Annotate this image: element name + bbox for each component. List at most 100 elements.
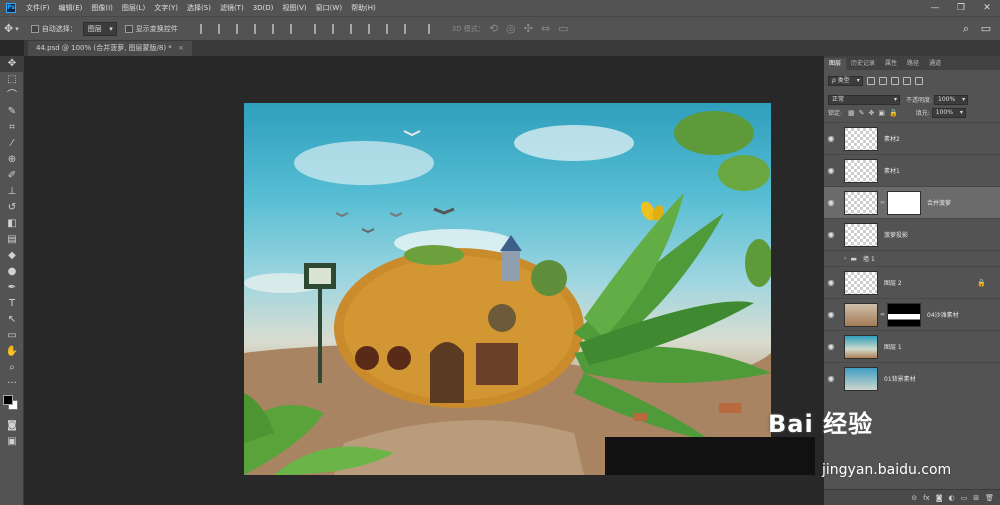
lock-artboard-icon[interactable]: ▣ [878,109,885,117]
eye-icon[interactable]: ◉ [824,230,838,239]
tab-layers[interactable]: 图层 [824,58,847,70]
chain-link-icon[interactable]: ∞ [880,311,885,318]
eye-icon[interactable]: ◉ [824,166,838,175]
distribute-left-icon[interactable] [367,23,378,34]
path-select-tool-icon[interactable]: ↖ [0,312,24,328]
3d-roll-icon[interactable]: ◎ [506,22,516,35]
healing-brush-tool-icon[interactable]: ⊕ [0,152,24,168]
auto-select-checkbox[interactable] [30,24,39,33]
restore-button[interactable]: ❐ [948,0,974,16]
pen-tool-icon[interactable]: ✒ [0,280,24,296]
align-left-icon[interactable] [253,23,264,34]
layer-row[interactable]: ◉ 菠萝投影 [824,218,1000,250]
tab-properties[interactable]: 属性 [880,58,902,70]
menu-type[interactable]: 文字(Y) [154,3,178,13]
distribute-hcenter-icon[interactable] [385,23,396,34]
layer-mask-thumbnail[interactable] [887,302,921,327]
quick-select-tool-icon[interactable]: ✎ [0,104,24,120]
layer-row[interactable]: ◉ ∞ 04沙滩素材 [824,298,1000,330]
filter-smart-icon[interactable] [914,76,923,85]
eye-icon[interactable]: ◉ [824,310,838,319]
filter-pixel-icon[interactable] [866,76,875,85]
workspace-icon[interactable]: ▭ [978,21,994,37]
rectangle-tool-icon[interactable]: ▭ [0,328,24,344]
filter-shape-icon[interactable] [902,76,911,85]
distribute-right-icon[interactable] [403,23,414,34]
eye-icon[interactable]: ◉ [824,278,838,287]
menu-filter[interactable]: 滤镜(T) [220,3,244,13]
layer-row[interactable]: ◉ 素材2 [824,122,1000,154]
filter-adjustment-icon[interactable] [878,76,887,85]
transform-controls-checkbox[interactable] [124,24,133,33]
crop-tool-icon[interactable]: ⌗ [0,120,24,136]
menu-help[interactable]: 帮助(H) [351,3,376,13]
hand-tool-icon[interactable]: ✋ [0,344,24,360]
history-brush-tool-icon[interactable]: ↺ [0,200,24,216]
chain-link-icon[interactable]: ∞ [880,199,885,206]
chevron-right-icon[interactable]: › [844,255,846,262]
layer-filter-dropdown[interactable]: ρ 类型 [828,75,863,86]
move-tool-icon[interactable]: ✥ [0,56,24,72]
eye-icon[interactable]: ◉ [824,198,838,207]
layer-group-row[interactable]: ◉ › ▬ 墙 1 [824,250,1000,266]
zoom-tool-icon[interactable]: ⌕ [0,360,24,376]
lasso-tool-icon[interactable]: ⌒ [0,88,24,104]
menu-layer[interactable]: 图层(L) [122,3,145,13]
move-tool-icon[interactable]: ✥ [4,22,13,35]
menu-window[interactable]: 窗口(W) [316,3,342,13]
3d-scale-icon[interactable]: ▭ [558,22,568,35]
3d-slide-icon[interactable]: ⇔ [541,22,550,35]
blur-tool-icon[interactable]: ◆ [0,248,24,264]
menu-3d[interactable]: 3D(D) [253,4,274,12]
menu-select[interactable]: 选择(S) [187,3,211,13]
distribute-bottom-icon[interactable] [349,23,360,34]
opacity-field[interactable]: 100% [934,94,969,105]
lock-all-icon[interactable]: 🔒 [889,109,898,117]
quick-mask-icon[interactable]: ◙ [0,418,24,434]
tab-history[interactable]: 历史记录 [846,58,880,70]
menu-edit[interactable]: 编辑(E) [59,3,83,13]
marquee-tool-icon[interactable]: ⬚ [0,72,24,88]
eraser-tool-icon[interactable]: ◧ [0,216,24,232]
type-tool-icon[interactable]: T [0,296,24,312]
eye-icon[interactable]: ◉ [824,374,838,383]
layer-row[interactable]: ◉ 素材1 [824,154,1000,186]
blend-mode-dropdown[interactable]: 正常 [828,94,900,105]
lock-transparency-icon[interactable]: ▦ [848,109,855,117]
fill-field[interactable]: 100% [931,107,966,118]
filter-type-icon[interactable] [890,76,899,85]
color-swatches[interactable] [0,392,24,418]
align-vcenter-icon[interactable] [217,23,228,34]
eye-icon[interactable]: ◉ [824,134,838,143]
eye-icon[interactable]: ◉ [824,342,838,351]
layer-mask-thumbnail[interactable] [887,190,921,215]
close-document-icon[interactable]: × [178,44,184,52]
align-right-icon[interactable] [289,23,300,34]
menu-image[interactable]: 图像(I) [91,3,113,13]
layer-row[interactable]: ◉ 01背景素材 [824,362,1000,394]
clone-stamp-tool-icon[interactable]: ⊥ [0,184,24,200]
menu-view[interactable]: 视图(V) [282,3,306,13]
lock-pixels-icon[interactable]: ✎ [859,109,865,117]
layer-row-selected[interactable]: ◉ ∞ 合并菠萝 [824,186,1000,218]
tab-paths[interactable]: 路径 [902,58,924,70]
dodge-tool-icon[interactable]: ● [0,264,24,280]
3d-pan-icon[interactable]: ✣ [524,22,533,35]
screen-mode-icon[interactable]: ▣ [0,434,24,450]
menu-file[interactable]: 文件(F) [26,3,50,13]
distribute-vcenter-icon[interactable] [331,23,342,34]
layer-row[interactable]: ◉ 图层 2 🔒 [824,266,1000,298]
eyedropper-tool-icon[interactable]: ⁄ [0,136,24,152]
artwork-canvas[interactable] [244,103,771,475]
distribute-top-icon[interactable] [313,23,324,34]
gradient-tool-icon[interactable]: ▤ [0,232,24,248]
eye-icon[interactable]: ◉ [824,254,838,263]
foreground-color-swatch[interactable] [3,395,13,405]
3d-orbit-icon[interactable]: ⟲ [489,22,498,35]
document-tab[interactable]: 44.psd @ 100% (合并菠萝, 图层蒙版/8) * × [28,41,192,56]
tab-channels[interactable]: 通道 [924,58,946,70]
panel-collapse-bar[interactable] [822,40,1000,56]
minimize-button[interactable]: — [922,0,948,16]
align-bottom-icon[interactable] [235,23,246,34]
layer-row[interactable]: ◉ 图层 1 [824,330,1000,362]
